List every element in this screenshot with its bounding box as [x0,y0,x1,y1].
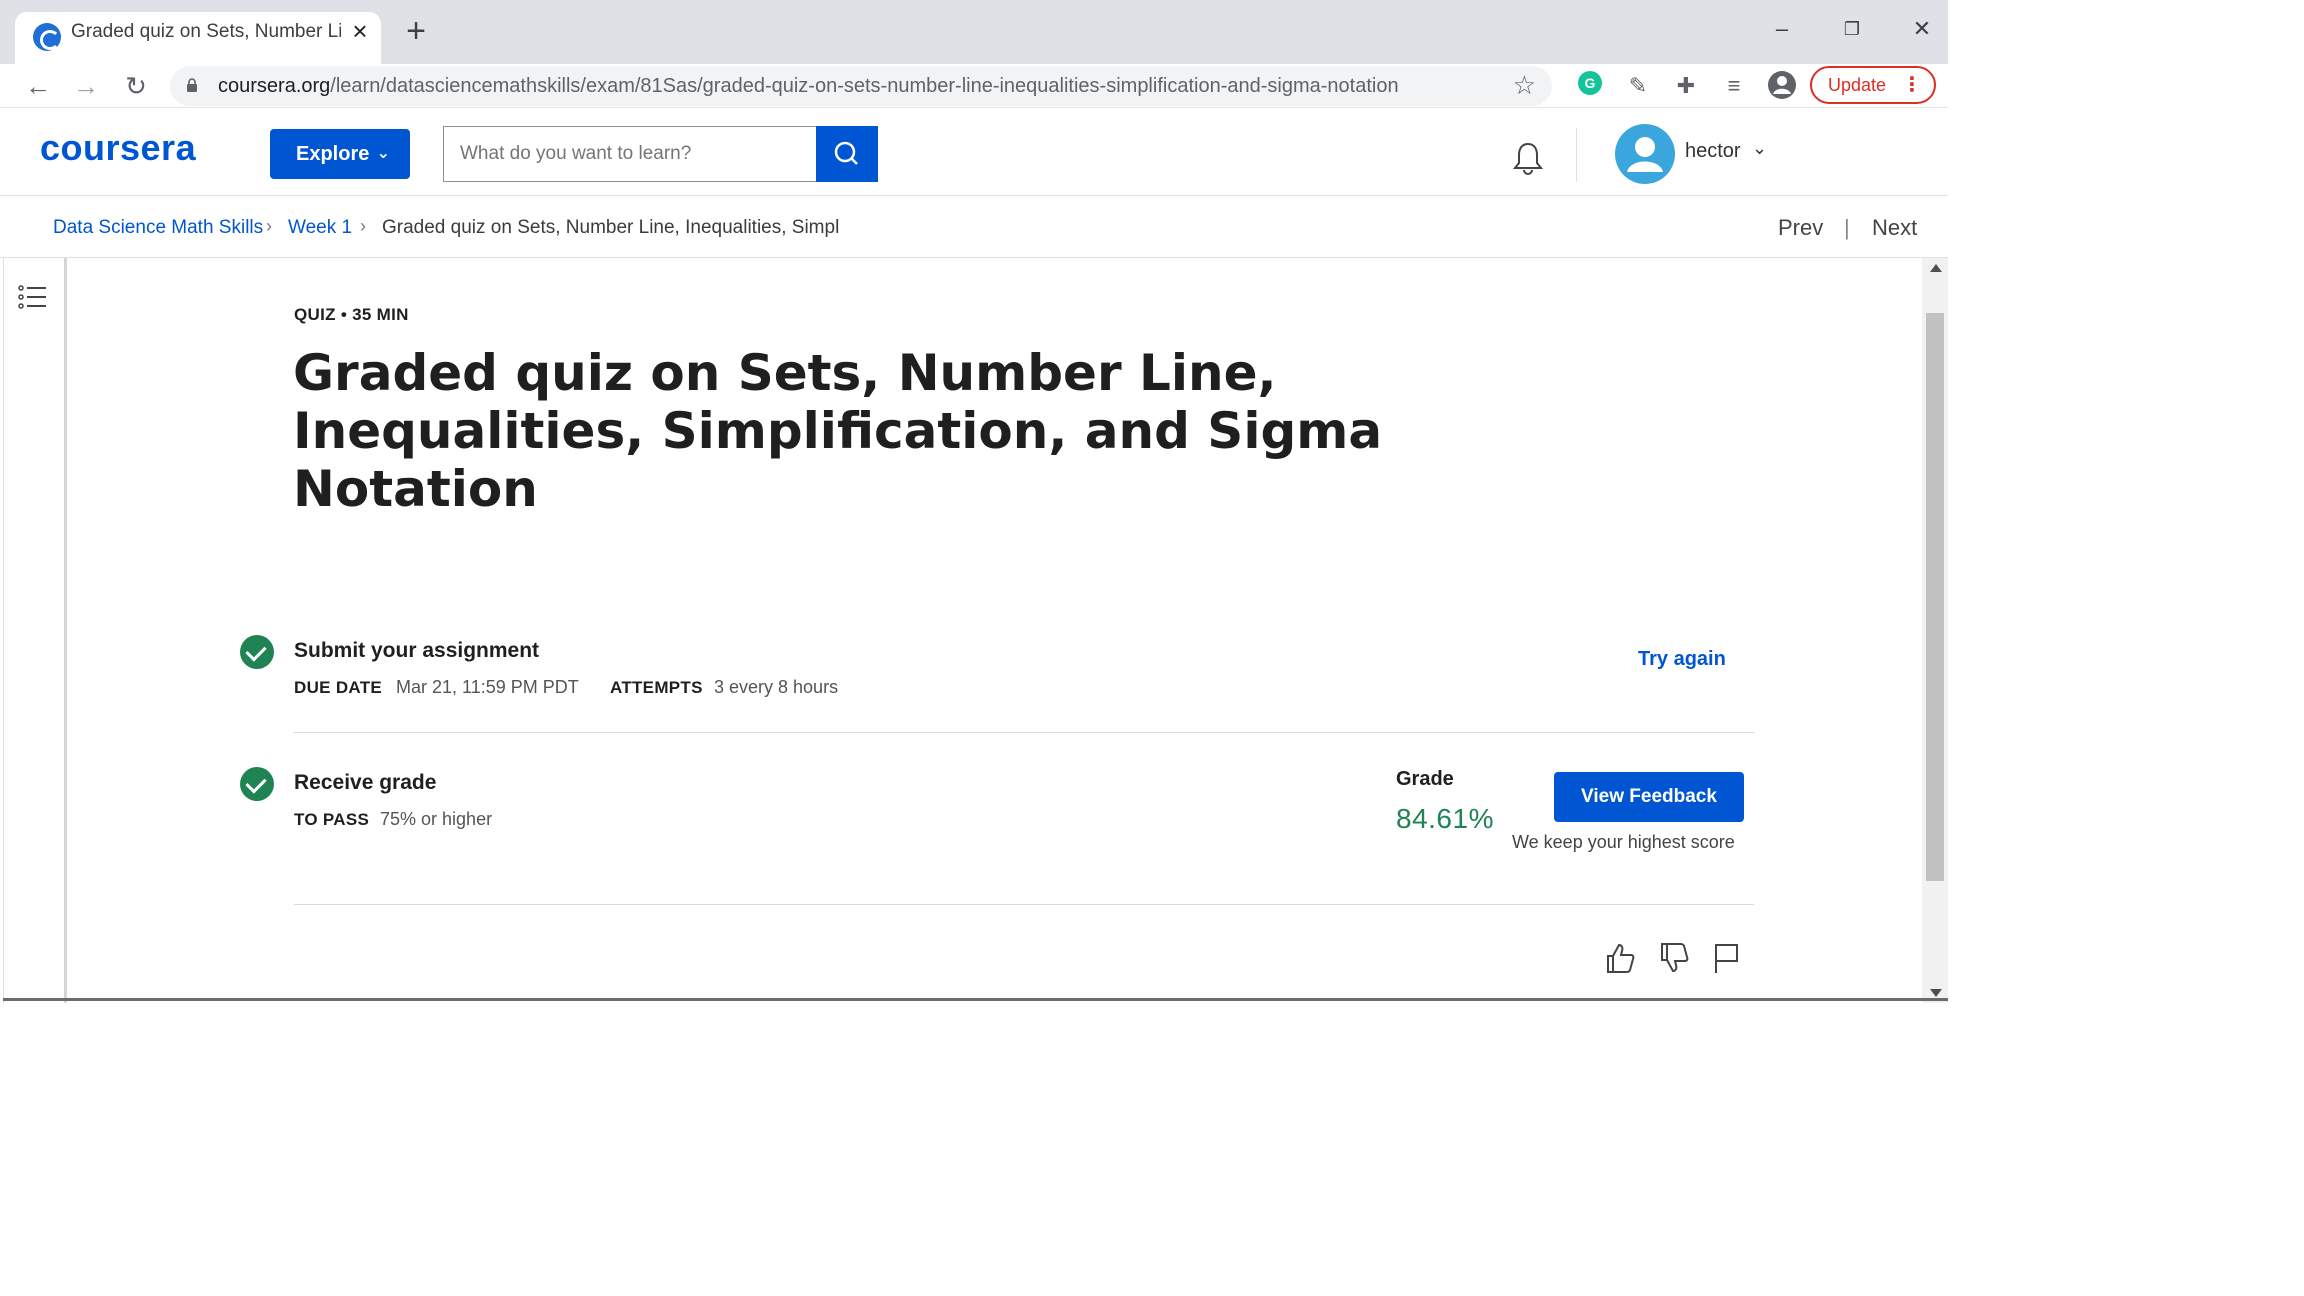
due-date-label: DUE DATE [294,678,383,697]
avatar-icon [1627,137,1663,172]
profile-icon[interactable] [1766,70,1798,102]
thumbs-up-icon[interactable] [1602,940,1638,976]
media-icon[interactable]: ≡ [1718,70,1750,102]
chevron-down-icon: ⌄ [376,145,390,162]
page-title: Graded quiz on Sets, Number Line, Inequa… [293,344,1383,518]
browser-tab[interactable]: Graded quiz on Sets, Number Line, Inequa… [15,12,381,64]
try-again-link[interactable]: Try again [1638,648,1726,671]
attempts-value: 3 every 8 hours [714,677,839,697]
prev-link[interactable]: Prev [1778,215,1823,241]
puzzle-icon[interactable]: ✚ [1670,70,1702,102]
coursera-favicon-icon [33,23,61,51]
due-date-value: Mar 21, 11:59 PM PDT [396,677,579,697]
chevron-right-icon: › [360,216,366,236]
back-icon[interactable]: ← [20,68,56,104]
breadcrumb-current: Graded quiz on Sets, Number Line, Inequa… [382,217,840,238]
main-content: QUIZ • 35 MIN Graded quiz on Sets, Numbe… [70,258,1922,1000]
receive-title: Receive grade [294,771,437,794]
tab-title: Graded quiz on Sets, Number Line, Inequa… [71,21,341,42]
divider [294,904,1754,905]
quiz-meta: QUIZ • 35 MIN [294,305,409,324]
to-pass-value: 75% or higher [380,809,493,829]
highest-score-note: We keep your highest score [1512,832,1735,852]
grammarly-icon[interactable]: G [1574,70,1606,102]
coursera-logo[interactable]: coursera [40,127,196,169]
search-input[interactable] [444,127,818,181]
next-link[interactable]: Next [1872,215,1917,241]
search-icon [834,141,858,165]
forward-icon[interactable]: → [68,68,104,104]
eyedropper-icon[interactable]: ✎ [1622,70,1654,102]
window-bottom-border [3,998,1948,1001]
to-pass-label: TO PASS [294,810,370,829]
check-icon [240,635,274,669]
scroll-up-icon[interactable] [1930,264,1942,272]
breadcrumb: Data Science Math Skills › Week 1 › Grad… [0,196,1948,258]
close-icon[interactable]: × [345,16,375,46]
outline-icon[interactable] [18,284,48,310]
scroll-down-icon[interactable] [1930,989,1942,997]
update-button[interactable]: Update ⋮ [1810,66,1936,104]
menu-dots-icon[interactable]: ⋮ [1902,68,1922,102]
avatar[interactable] [1615,124,1675,184]
grade-value: 84.61% [1396,803,1494,834]
search-field[interactable] [443,126,818,182]
thumbs-down-icon[interactable] [1656,940,1692,976]
plus-icon[interactable]: + [398,14,434,50]
divider [294,732,1754,733]
chevron-right-icon: › [266,216,272,236]
check-icon [240,767,274,801]
site-header: coursera Explore ⌄ hector ⌄ [0,108,1948,196]
breadcrumb-week[interactable]: Week 1 [288,217,352,239]
reload-icon[interactable]: ↻ [118,68,154,104]
minimize-icon[interactable]: – [1762,12,1802,46]
update-label: Update [1828,75,1887,95]
explore-button[interactable]: Explore ⌄ [270,129,410,179]
grade-label: Grade [1396,768,1454,790]
username[interactable]: hector [1685,140,1741,163]
browser-window: Graded quiz on Sets, Number Line, Inequa… [0,0,1948,1003]
view-feedback-button[interactable]: View Feedback [1554,772,1744,822]
chevron-down-icon[interactable]: ⌄ [1752,138,1767,159]
course-outline-rail [3,258,67,1003]
search-button[interactable] [816,126,878,182]
scrollbar[interactable] [1922,258,1948,1003]
prevnext-divider: | [1844,215,1850,240]
window-close-icon[interactable]: ✕ [1902,12,1942,46]
breadcrumb-course[interactable]: Data Science Math Skills [53,217,263,239]
url-path: /learn/datasciencemathskills/exam/81Sas/… [330,75,1399,97]
tab-strip: Graded quiz on Sets, Number Line, Inequa… [0,0,1948,64]
header-divider [1576,128,1577,182]
star-icon[interactable]: ☆ [1513,70,1536,101]
attempts-label: ATTEMPTS [610,678,703,697]
url-text: coursera.org/learn/datasciencemathskills… [218,75,1399,98]
restore-icon[interactable]: ❐ [1832,12,1872,46]
svg-text:G: G [1585,75,1596,91]
url-host: coursera.org [218,75,331,97]
explore-label: Explore [296,143,370,165]
scrollbar-thumb[interactable] [1926,313,1944,881]
lock-icon [187,78,197,92]
address-bar[interactable]: coursera.org/learn/datasciencemathskills… [170,66,1552,106]
flag-icon[interactable] [1708,940,1744,976]
browser-toolbar: ← → ↻ coursera.org/learn/datasciencemath… [0,64,1948,108]
bell-icon[interactable] [1508,138,1548,178]
submit-title: Submit your assignment [294,639,540,662]
